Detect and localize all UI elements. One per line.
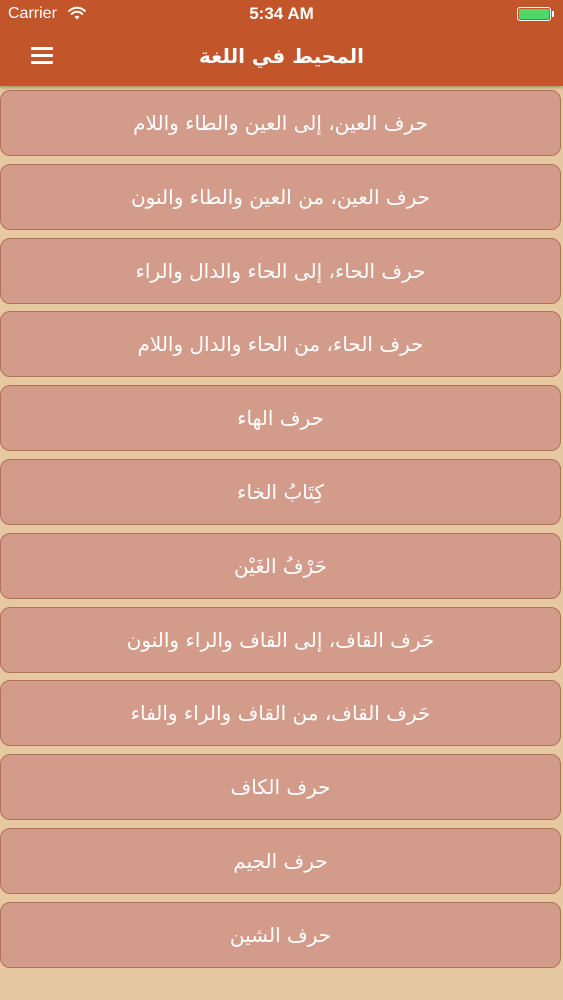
list-item[interactable]: حرف العين، من العين والطاء والنون [0, 163, 561, 230]
list-item[interactable]: حَرف القاف، من القاف والراء والفاء [0, 680, 561, 747]
list-item-label: حرف الحاء، إلى الحاء والدال والراء [135, 258, 426, 283]
list-item-label: حرف الكاف [230, 775, 331, 800]
hamburger-menu-icon[interactable] [26, 44, 58, 70]
battery-icon [517, 7, 554, 21]
page-title: المحيط في اللغة [199, 44, 364, 68]
list-item[interactable]: حرف الشين [0, 901, 561, 968]
list-item-label: حَرف القاف، من القاف والراء والفاء [130, 701, 431, 726]
list-item-label: حرف الهاء [237, 406, 324, 431]
list-item[interactable]: حرف الكاف [0, 754, 561, 821]
list-item-label: حرف الشين [229, 922, 332, 947]
list-item-label: حرف الحاء، من الحاء والدال واللام [137, 332, 424, 357]
list-item[interactable]: حرف الجيم [0, 828, 561, 894]
list-item-label: حرف الجيم [233, 849, 328, 873]
list-item-label: حَرف القاف، إلى القاف والراء والنون [126, 627, 435, 652]
list-item-label: حَرْفُ الغَيْن [233, 553, 328, 578]
list-item[interactable]: حرف الحاء، إلى الحاء والدال والراء [0, 237, 561, 304]
list-item[interactable]: حرف الحاء، من الحاء والدال واللام [0, 311, 561, 378]
chapter-list[interactable]: حرف العين، إلى العين والطاء واللام حرف ال… [0, 86, 563, 1000]
list-item-label: حرف العين، من العين والطاء والنون [130, 184, 430, 209]
status-bar: Carrier 5:34 AM [0, 0, 563, 30]
list-item-label: حرف العين، إلى العين والطاء واللام [133, 111, 428, 135]
list-item[interactable]: كِتَابُ الخاء [0, 459, 561, 525]
list-item[interactable]: حرف العين، إلى العين والطاء واللام [0, 90, 561, 156]
nav-bar: المحيط في اللغة [0, 30, 563, 86]
status-time: 5:34 AM [249, 4, 314, 23]
list-item[interactable]: حَرْفُ الغَيْن [0, 532, 561, 599]
list-item-label: كِتَابُ الخاء [237, 480, 324, 504]
list-item[interactable]: حَرف القاف، إلى القاف والراء والنون [0, 606, 561, 673]
list-item[interactable]: حرف الهاء [0, 385, 561, 452]
